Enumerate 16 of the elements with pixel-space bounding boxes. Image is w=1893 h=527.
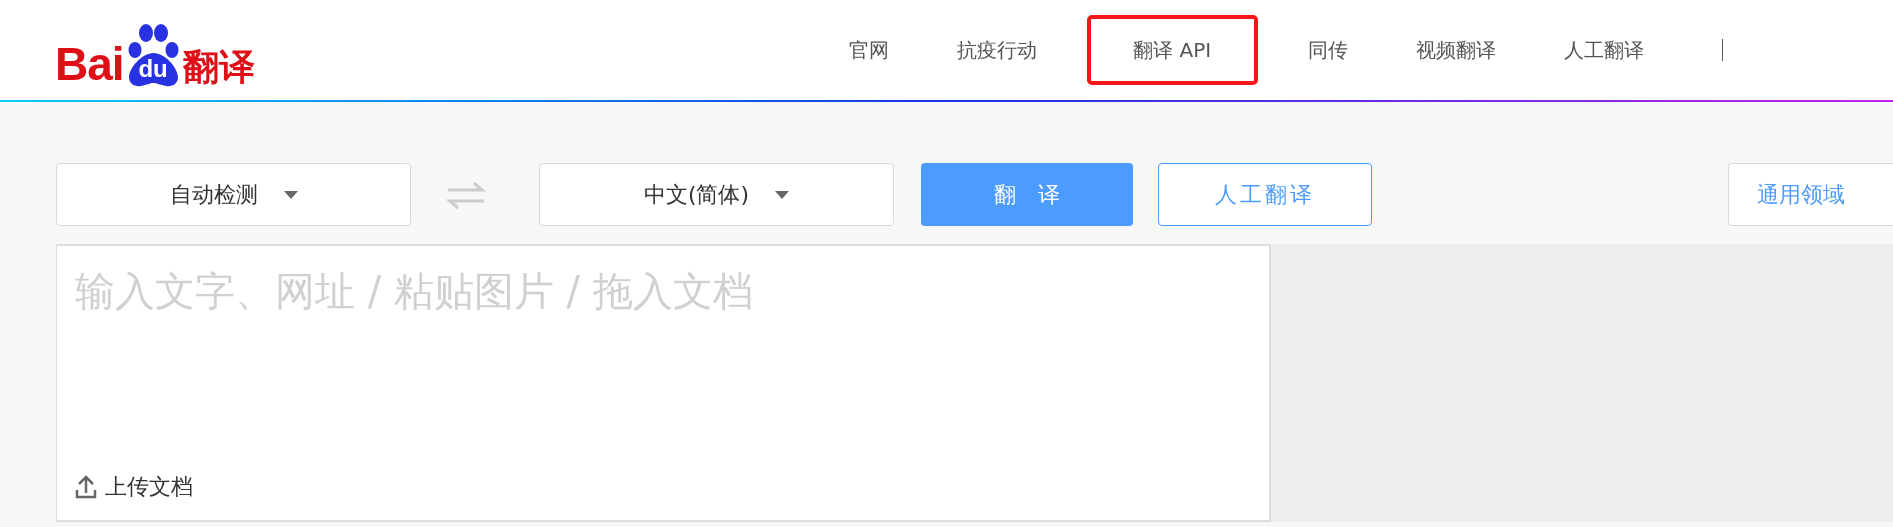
swap-icon[interactable] xyxy=(446,179,486,210)
language-select[interactable]: 自动检测 xyxy=(56,163,411,226)
caret-icon xyxy=(775,190,790,199)
caret-icon xyxy=(283,190,298,199)
nav-link[interactable]: 同传 xyxy=(1289,15,1366,85)
nav-link[interactable]: 官网 xyxy=(830,15,907,85)
nav-link[interactable]: 视频翻译 xyxy=(1397,15,1514,85)
logo-text: Bai xyxy=(55,41,124,87)
nav-link[interactable]: 抗疫行动 xyxy=(938,15,1055,85)
language-select[interactable]: 中文(简体) xyxy=(539,163,894,226)
logo-text: 翻译 xyxy=(182,49,255,85)
logo-text: du xyxy=(137,57,169,81)
nav-link[interactable]: 翻译 API xyxy=(1086,15,1258,85)
upload-button[interactable]: 上传文档 xyxy=(75,472,193,502)
nav-link[interactable]: 人工翻译 xyxy=(1545,15,1662,85)
upload-icon xyxy=(75,475,97,499)
